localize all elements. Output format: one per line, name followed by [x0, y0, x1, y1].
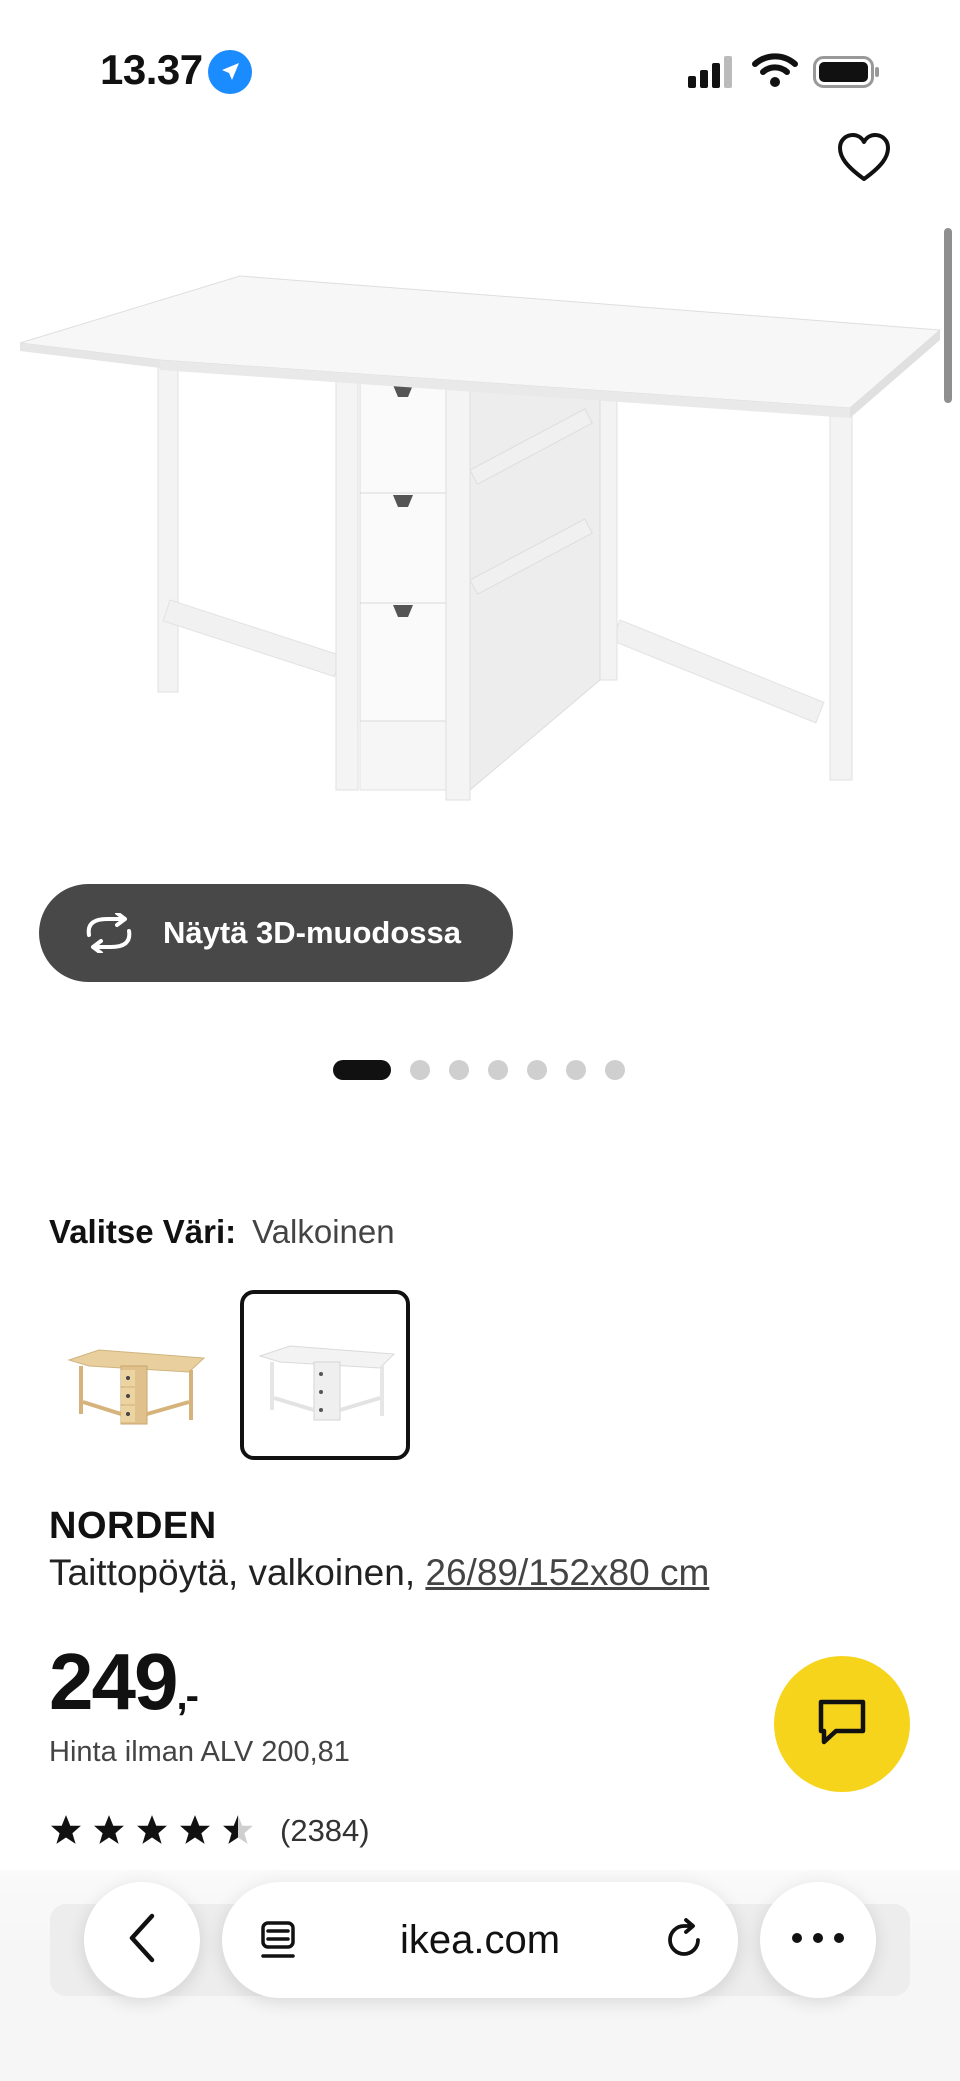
- cellular-signal-icon: [688, 56, 736, 93]
- star-icon: [137, 1815, 167, 1844]
- star-icon: [180, 1815, 210, 1844]
- carousel-dot[interactable]: [605, 1060, 625, 1080]
- product-type: Taittopöytä, valkoinen,: [49, 1552, 416, 1593]
- product-dimensions-link[interactable]: 26/89/152x80 cm: [425, 1552, 709, 1593]
- product-image-table[interactable]: [0, 230, 960, 830]
- address-bar[interactable]: ikea.com: [222, 1882, 738, 1998]
- carousel-dot[interactable]: [449, 1060, 469, 1080]
- price-value: 249: [49, 1637, 178, 1726]
- product-price: 249,-: [49, 1636, 199, 1728]
- price-without-vat: Hinta ilman ALV 200,81: [49, 1736, 350, 1768]
- star-icon: [51, 1815, 81, 1844]
- color-label: Valitse Väri:: [49, 1213, 237, 1250]
- rating-stars[interactable]: [49, 1814, 255, 1846]
- rotate-3d-icon: [81, 911, 137, 955]
- favorite-heart-icon[interactable]: [836, 132, 892, 184]
- view-3d-label: Näytä 3D-muodossa: [163, 915, 462, 950]
- product-name: NORDEN: [49, 1505, 217, 1547]
- image-carousel-dots: [333, 1060, 625, 1080]
- battery-icon: [813, 56, 881, 93]
- price-suffix: ,-: [176, 1674, 198, 1718]
- reload-icon[interactable]: [662, 1918, 706, 1967]
- chat-icon: [816, 1697, 868, 1752]
- chevron-left-icon: [124, 1912, 160, 1969]
- color-selection: Valitse Väri: Valkoinen: [49, 1213, 395, 1251]
- carousel-dot[interactable]: [410, 1060, 430, 1080]
- chat-button[interactable]: [774, 1656, 910, 1792]
- star-icon: [223, 1815, 253, 1844]
- url-text: ikea.com: [399, 1917, 561, 1962]
- wifi-icon: [752, 52, 798, 93]
- location-arrow-icon: [208, 50, 252, 94]
- more-options-button[interactable]: [760, 1882, 876, 1998]
- color-swatch-white[interactable]: [240, 1290, 410, 1460]
- star-icon: [94, 1815, 124, 1844]
- rating-count[interactable]: (2384): [280, 1813, 370, 1849]
- view-3d-button[interactable]: Näytä 3D-muodossa: [39, 884, 513, 982]
- product-description: Taittopöytä, valkoinen, 26/89/152x80 cm: [49, 1552, 709, 1594]
- carousel-dot[interactable]: [333, 1060, 391, 1080]
- carousel-dot[interactable]: [488, 1060, 508, 1080]
- more-dots-icon: [791, 1931, 845, 1949]
- color-swatch-birch[interactable]: [49, 1290, 219, 1460]
- status-time: 13.37: [100, 46, 203, 93]
- color-value: Valkoinen: [252, 1213, 395, 1250]
- carousel-dot[interactable]: [566, 1060, 586, 1080]
- carousel-dot[interactable]: [527, 1060, 547, 1080]
- back-button[interactable]: [84, 1882, 200, 1998]
